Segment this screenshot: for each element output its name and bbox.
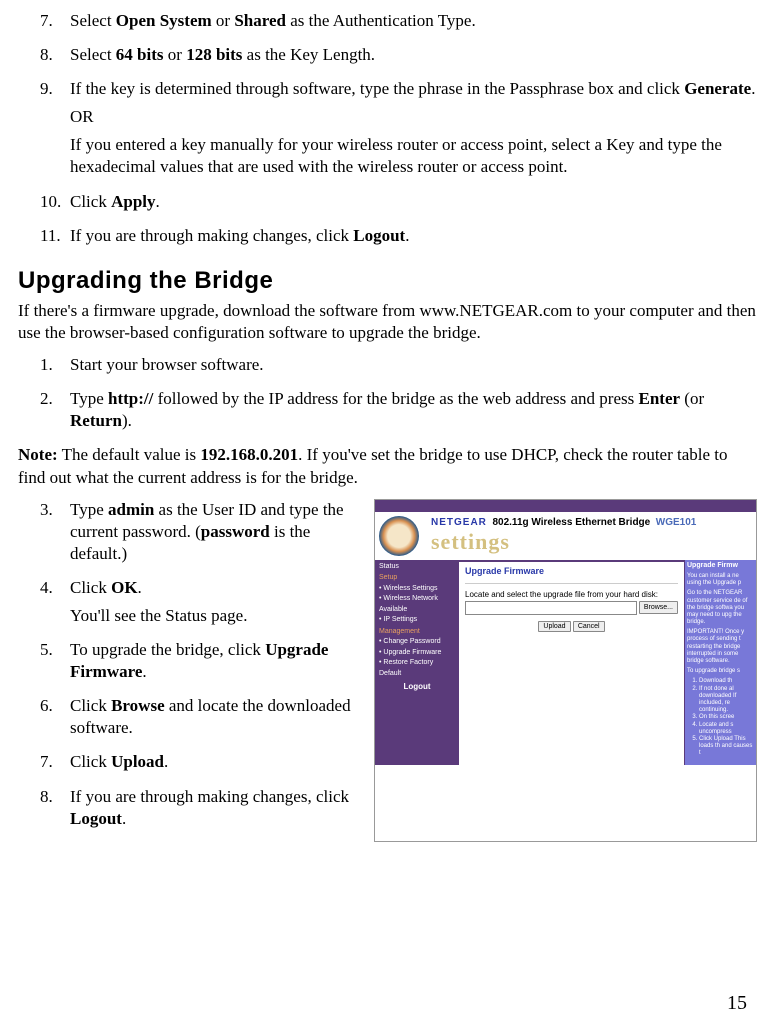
step-number: 4. (40, 577, 70, 633)
step-number: 3. (40, 499, 70, 571)
nav-setup-header: Setup (379, 573, 455, 584)
nav-link[interactable]: Upgrade Firmware (379, 648, 455, 659)
list-item: 5.To upgrade the bridge, click Upgrade F… (40, 639, 360, 689)
list-item: 7.Click Upload. (40, 751, 360, 779)
brand-text: NETGEAR (431, 517, 487, 528)
step-content: Select 64 bits or 128 bits as the Key Le… (70, 44, 757, 72)
section-intro: If there's a firmware upgrade, download … (18, 300, 757, 344)
step-number: 1. (40, 354, 70, 382)
nav-logout[interactable]: Logout (379, 681, 455, 693)
list-item: 2.Type http:// followed by the IP addres… (40, 388, 757, 438)
list-item: 10.Click Apply. (40, 191, 757, 219)
list-item: 1.Start your browser software. (40, 354, 757, 382)
cancel-button[interactable]: Cancel (573, 621, 605, 632)
list-item: 7.Select Open System or Shared as the Au… (40, 10, 757, 38)
help-list-item: On this scree (699, 714, 754, 721)
step-content: Start your browser software. (70, 354, 757, 382)
nav-link[interactable]: Restore Factory Default (379, 658, 455, 679)
product-text: 802.11g Wireless Ethernet Bridge (492, 517, 650, 528)
step-content: If you are through making changes, click… (70, 786, 360, 836)
step-content: Click OK.You'll see the Status page. (70, 577, 360, 633)
upload-button[interactable]: Upload (538, 621, 570, 632)
help-text: Go to the NETGEAR customer service de of… (687, 590, 754, 626)
settings-word: settings (431, 528, 510, 557)
section-heading: Upgrading the Bridge (18, 265, 757, 296)
help-text: IMPORTANT! Once y process of sending t r… (687, 629, 754, 665)
help-text: To upgrade bridge s (687, 668, 754, 675)
step-content: Select Open System or Shared as the Auth… (70, 10, 757, 38)
help-panel: Upgrade Firmw You can install a ne using… (684, 560, 756, 765)
list-item: 3.Type admin as the User ID and type the… (40, 499, 360, 571)
nav-link[interactable]: Change Password (379, 637, 455, 648)
netgear-logo-icon (379, 516, 419, 556)
help-list-item: Locate and s uncompress (699, 722, 754, 736)
step-content: To upgrade the bridge, click Upgrade Fir… (70, 639, 360, 689)
nav-link[interactable]: Wireless Network Available (379, 594, 455, 615)
model-text: WGE101 (656, 517, 697, 528)
step-number: 7. (40, 10, 70, 38)
step-number: 11. (40, 225, 70, 253)
panel-instruction: Locate and select the upgrade file from … (465, 590, 678, 600)
help-list-item: Download th (699, 678, 754, 685)
step-content: If you are through making changes, click… (70, 225, 757, 253)
step-content: If the key is determined through softwar… (70, 78, 757, 184)
list-item: 8.If you are through making changes, cli… (40, 786, 360, 836)
main-panel: Upgrade Firmware Locate and select the u… (459, 560, 684, 765)
nav-sidebar: Status Setup Wireless SettingsWireless N… (375, 560, 459, 765)
nav-management-header: Management (379, 627, 455, 638)
list-item: 4.Click OK.You'll see the Status page. (40, 577, 360, 633)
step-number: 9. (40, 78, 70, 184)
help-text: You can install a ne using the Upgrade p (687, 573, 754, 587)
step-number: 2. (40, 388, 70, 438)
browse-button[interactable]: Browse... (639, 601, 678, 614)
step-content: Type http:// followed by the IP address … (70, 388, 757, 438)
help-title: Upgrade Firmw (687, 562, 754, 570)
file-path-input[interactable] (465, 601, 637, 615)
instruction-list-lower: 3.Type admin as the User ID and type the… (40, 499, 360, 836)
step-number: 5. (40, 639, 70, 689)
step-content: Click Browse and locate the downloaded s… (70, 695, 360, 745)
list-item: 8.Select 64 bits or 128 bits as the Key … (40, 44, 757, 72)
step-content: Click Apply. (70, 191, 757, 219)
nav-link[interactable]: Wireless Settings (379, 584, 455, 595)
step-content: Click Upload. (70, 751, 360, 779)
step-content: Type admin as the User ID and type the c… (70, 499, 360, 571)
panel-title: Upgrade Firmware (465, 566, 678, 578)
note-paragraph: Note: The default value is 192.168.0.201… (18, 444, 757, 488)
step-number: 8. (40, 44, 70, 72)
nav-link[interactable]: IP Settings (379, 615, 455, 626)
list-item: 6.Click Browse and locate the downloaded… (40, 695, 360, 745)
step-number: 10. (40, 191, 70, 219)
screenshot-figure: NETGEAR 802.11g Wireless Ethernet Bridge… (374, 499, 757, 842)
instruction-list-upper: 7.Select Open System or Shared as the Au… (40, 10, 757, 253)
step-number: 6. (40, 695, 70, 745)
help-list-item: Click Upload This loads th and causes t (699, 736, 754, 758)
step-number: 7. (40, 751, 70, 779)
list-item: 11.If you are through making changes, cl… (40, 225, 757, 253)
help-list-item: If not done al downloaded If included, r… (699, 686, 754, 715)
step-number: 8. (40, 786, 70, 836)
instruction-list-mid: 1.Start your browser software.2.Type htt… (40, 354, 757, 438)
nav-status[interactable]: Status (379, 562, 455, 573)
list-item: 9.If the key is determined through softw… (40, 78, 757, 184)
page-number: 15 (727, 990, 747, 1016)
